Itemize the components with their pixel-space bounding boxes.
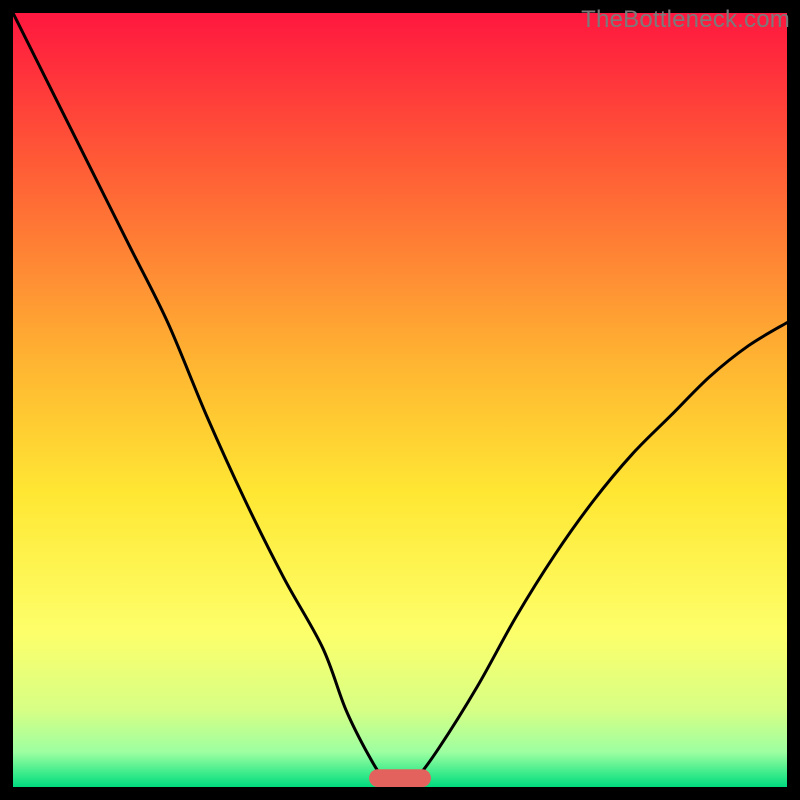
chart-frame: TheBottleneck.com (0, 0, 800, 800)
gradient-background (13, 13, 787, 787)
optimal-marker (369, 769, 431, 787)
plot-area (13, 13, 787, 787)
watermark-text: TheBottleneck.com (581, 6, 790, 34)
bottleneck-curve-chart (13, 13, 787, 787)
